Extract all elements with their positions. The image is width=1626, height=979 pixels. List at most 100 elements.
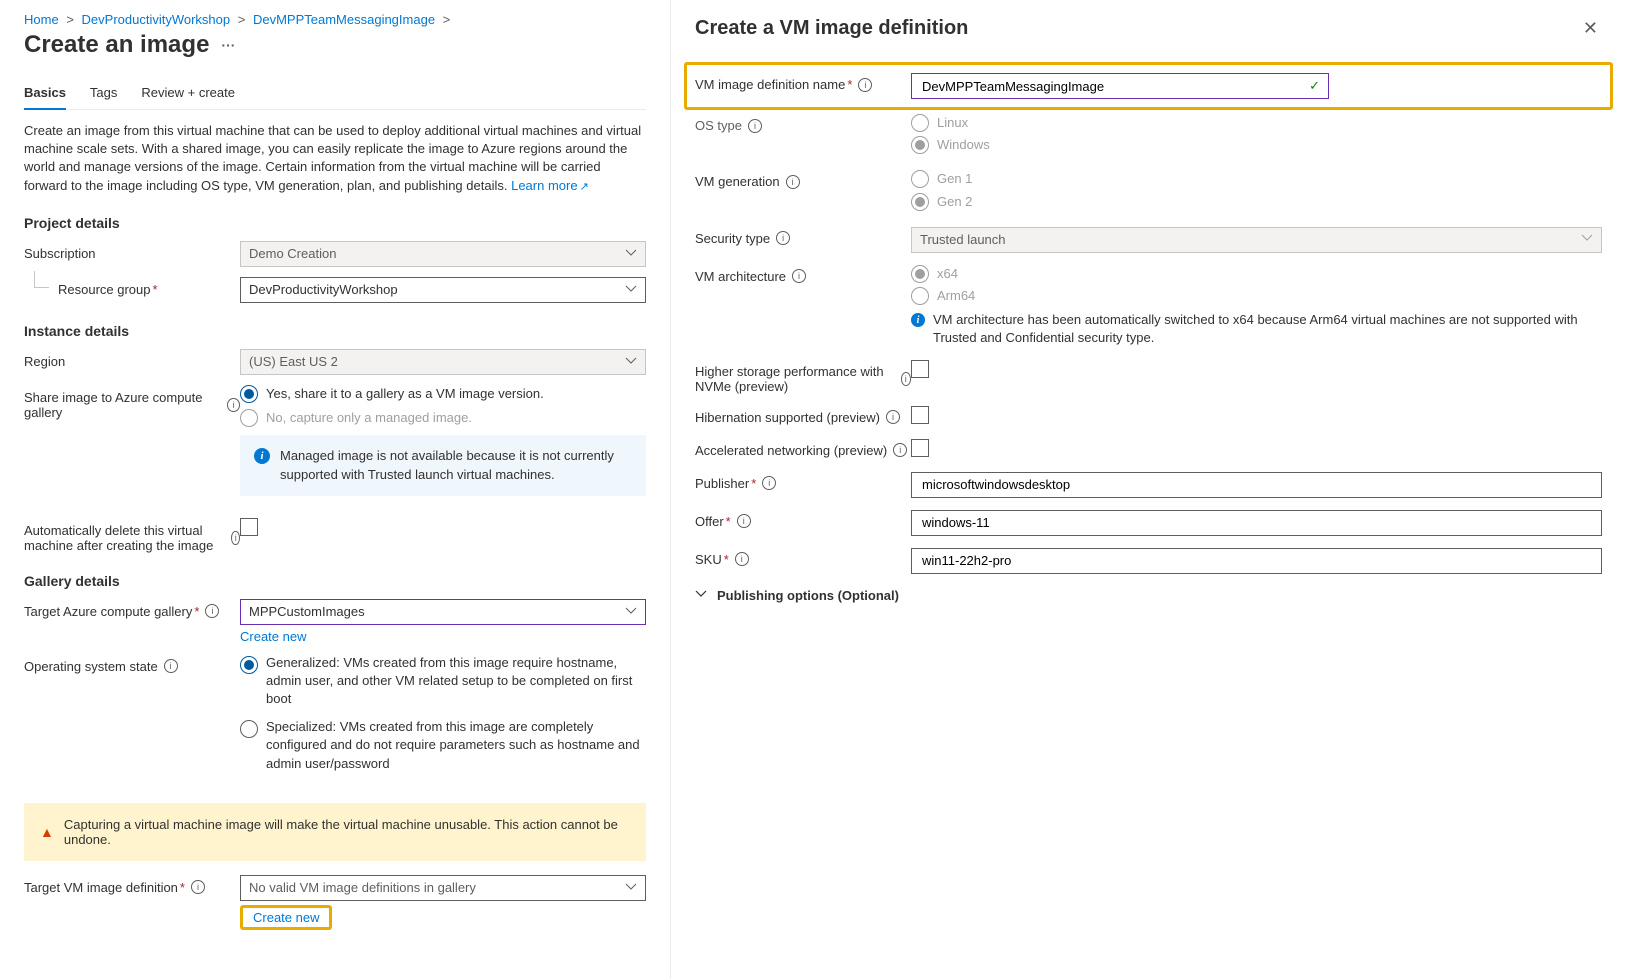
label-vm-def-name: VM image definition name* i xyxy=(695,73,911,92)
section-instance-details: Instance details xyxy=(24,323,646,339)
panel-title: Create a VM image definition xyxy=(695,17,968,40)
chevron-down-icon xyxy=(695,588,707,603)
close-button[interactable]: ✕ xyxy=(1579,14,1602,43)
radio-arm64-label: Arm64 xyxy=(937,287,975,305)
create-new-gallery-link[interactable]: Create new xyxy=(240,629,306,644)
subscription-dropdown[interactable]: Demo Creation xyxy=(240,241,646,267)
label-region: Region xyxy=(24,349,240,369)
publishing-options-expander[interactable]: Publishing options (Optional) xyxy=(695,588,1602,603)
info-icon[interactable]: i xyxy=(901,372,911,386)
label-target-gallery: Target Azure compute gallery* i xyxy=(24,599,240,619)
breadcrumb-image[interactable]: DevMPPTeamMessagingImage xyxy=(253,12,435,27)
target-gallery-dropdown[interactable]: MPPCustomImages xyxy=(240,599,646,625)
resource-group-dropdown[interactable]: DevProductivityWorkshop xyxy=(240,277,646,303)
page-title: Create an image ··· xyxy=(24,31,646,59)
radio-share-no xyxy=(240,409,258,427)
info-icon[interactable]: i xyxy=(735,552,749,566)
radio-share-no-label: No, capture only a managed image. xyxy=(266,409,472,427)
label-security-type: Security type i xyxy=(695,227,911,246)
info-icon[interactable]: i xyxy=(748,119,762,133)
nvme-checkbox[interactable] xyxy=(911,360,929,378)
info-icon[interactable]: i xyxy=(227,398,240,412)
breadcrumb-home[interactable]: Home xyxy=(24,12,59,27)
label-hibernation: Hibernation supported (preview) i xyxy=(695,406,911,425)
label-offer: Offer* i xyxy=(695,510,911,529)
section-project-details: Project details xyxy=(24,215,646,231)
label-vm-generation: VM generation i xyxy=(695,170,911,189)
info-icon: i xyxy=(254,448,270,464)
breadcrumb: Home > DevProductivityWorkshop > DevMPPT… xyxy=(24,12,646,27)
info-icon[interactable]: i xyxy=(205,604,219,618)
accel-net-checkbox[interactable] xyxy=(911,439,929,457)
chevron-down-icon xyxy=(625,605,637,620)
radio-share-yes-label[interactable]: Yes, share it to a gallery as a VM image… xyxy=(266,385,544,403)
offer-input[interactable] xyxy=(911,510,1602,536)
tab-basics[interactable]: Basics xyxy=(24,77,66,110)
arch-info-message: i VM architecture has been automatically… xyxy=(911,311,1602,347)
radio-share-yes[interactable] xyxy=(240,385,258,403)
managed-image-callout: i Managed image is not available because… xyxy=(240,435,646,495)
label-os-type: OS type i xyxy=(695,114,911,133)
radio-specialized-label[interactable]: Specialized: VMs created from this image… xyxy=(266,718,646,773)
info-icon[interactable]: i xyxy=(858,78,872,92)
auto-delete-checkbox[interactable] xyxy=(240,518,258,536)
radio-windows xyxy=(911,136,929,154)
radio-x64-label: x64 xyxy=(937,265,958,283)
radio-gen2-label: Gen 2 xyxy=(937,193,972,211)
radio-generalized-label[interactable]: Generalized: VMs created from this image… xyxy=(266,654,646,709)
chevron-down-icon xyxy=(1581,232,1593,247)
security-type-dropdown: Trusted launch xyxy=(911,227,1602,253)
info-icon[interactable]: i xyxy=(886,410,900,424)
publisher-input[interactable] xyxy=(911,472,1602,498)
label-resource-group: Resource group* xyxy=(24,277,240,297)
tab-review[interactable]: Review + create xyxy=(141,77,235,109)
external-link-icon: ↗ xyxy=(580,181,589,193)
info-icon[interactable]: i xyxy=(776,231,790,245)
sku-input[interactable] xyxy=(911,548,1602,574)
create-new-highlight: Create new xyxy=(240,905,332,930)
radio-gen2 xyxy=(911,193,929,211)
info-icon[interactable]: i xyxy=(786,175,800,189)
more-actions-button[interactable]: ··· xyxy=(221,37,235,53)
tab-tags[interactable]: Tags xyxy=(90,77,117,109)
label-sku: SKU* i xyxy=(695,548,911,567)
info-icon[interactable]: i xyxy=(762,476,776,490)
warning-icon: ▲ xyxy=(40,824,54,840)
info-icon[interactable]: i xyxy=(164,659,178,673)
chevron-right-icon: > xyxy=(66,12,74,27)
create-vm-definition-panel: Create a VM image definition ✕ VM image … xyxy=(670,0,1626,979)
label-accel-networking: Accelerated networking (preview) i xyxy=(695,439,911,458)
target-vm-def-dropdown[interactable]: No valid VM image definitions in gallery xyxy=(240,875,646,901)
label-subscription: Subscription xyxy=(24,241,240,261)
info-icon[interactable]: i xyxy=(893,443,907,457)
info-icon[interactable]: i xyxy=(231,531,240,545)
radio-generalized[interactable] xyxy=(240,656,258,674)
info-icon[interactable]: i xyxy=(737,514,751,528)
chevron-down-icon xyxy=(625,881,637,896)
label-publisher: Publisher* i xyxy=(695,472,911,491)
region-dropdown[interactable]: (US) East US 2 xyxy=(240,349,646,375)
info-icon[interactable]: i xyxy=(191,880,205,894)
label-auto-delete: Automatically delete this virtual machin… xyxy=(24,518,240,553)
hibernation-checkbox[interactable] xyxy=(911,406,929,424)
learn-more-link[interactable]: Learn more↗ xyxy=(511,178,589,193)
intro-text: Create an image from this virtual machin… xyxy=(24,122,646,195)
chevron-down-icon xyxy=(625,247,637,262)
radio-linux xyxy=(911,114,929,132)
radio-specialized[interactable] xyxy=(240,720,258,738)
label-target-vm-def: Target VM image definition* i xyxy=(24,875,240,895)
radio-windows-label: Windows xyxy=(937,136,990,154)
main-content: Home > DevProductivityWorkshop > DevMPPT… xyxy=(0,0,670,979)
form-tabs: Basics Tags Review + create xyxy=(24,77,646,110)
breadcrumb-workshop[interactable]: DevProductivityWorkshop xyxy=(82,12,231,27)
label-nvme: Higher storage performance with NVMe (pr… xyxy=(695,360,911,394)
name-field-highlight: VM image definition name* i ✓ xyxy=(684,62,1613,110)
section-gallery-details: Gallery details xyxy=(24,573,646,589)
label-os-state: Operating system state i xyxy=(24,654,240,674)
vm-def-name-input[interactable]: ✓ xyxy=(911,73,1329,99)
warning-banner: ▲ Capturing a virtual machine image will… xyxy=(24,803,646,861)
info-icon[interactable]: i xyxy=(792,269,806,283)
create-new-vm-def-link[interactable]: Create new xyxy=(245,909,327,926)
chevron-down-icon xyxy=(625,283,637,298)
info-icon: i xyxy=(911,313,925,327)
